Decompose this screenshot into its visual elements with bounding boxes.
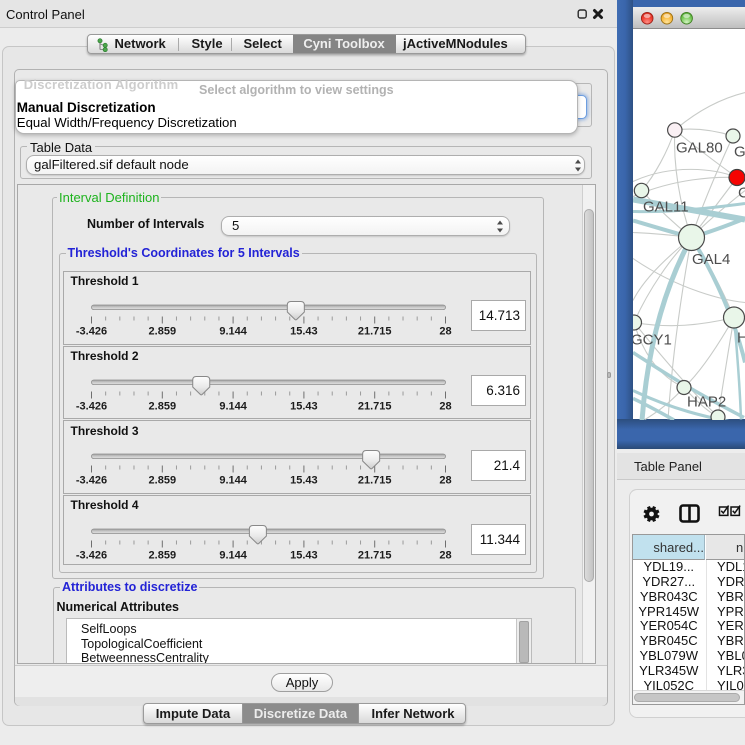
svg-text:15.43: 15.43	[290, 549, 318, 561]
svg-text:15.43: 15.43	[290, 475, 318, 487]
svg-text:9.144: 9.144	[219, 475, 247, 487]
svg-text:28: 28	[439, 475, 451, 487]
svg-text:2.859: 2.859	[149, 475, 177, 487]
svg-text:28: 28	[439, 325, 451, 337]
svg-text:21.715: 21.715	[358, 549, 392, 561]
svg-text:28: 28	[439, 549, 451, 561]
svg-text:GAL11: GAL11	[643, 198, 689, 215]
svg-text:15.43: 15.43	[290, 325, 318, 337]
svg-text:21.715: 21.715	[358, 400, 392, 412]
svg-text:-3.426: -3.426	[76, 325, 107, 337]
svg-text:2.859: 2.859	[149, 549, 177, 561]
svg-text:HAP2: HAP2	[687, 393, 726, 410]
svg-text:GAL80: GAL80	[676, 139, 723, 156]
svg-text:21.715: 21.715	[358, 475, 392, 487]
svg-text:28: 28	[439, 400, 451, 412]
svg-text:2.859: 2.859	[149, 400, 177, 412]
svg-text:GCY1: GCY1	[633, 331, 672, 348]
svg-text:CRM1: CRM1	[738, 184, 745, 201]
svg-text:15.43: 15.43	[290, 400, 318, 412]
svg-text:HAP4: HAP4	[737, 329, 745, 346]
svg-text:9.144: 9.144	[219, 325, 247, 337]
svg-text:GAL3: GAL3	[734, 143, 745, 160]
svg-text:9.144: 9.144	[219, 549, 247, 561]
svg-text:9.144: 9.144	[219, 400, 247, 412]
svg-text:-3.426: -3.426	[76, 400, 107, 412]
svg-text:-3.426: -3.426	[76, 549, 107, 561]
svg-text:21.715: 21.715	[358, 325, 392, 337]
svg-text:2.859: 2.859	[149, 325, 177, 337]
svg-text:-3.426: -3.426	[76, 475, 107, 487]
svg-text:GAL4: GAL4	[692, 251, 730, 268]
